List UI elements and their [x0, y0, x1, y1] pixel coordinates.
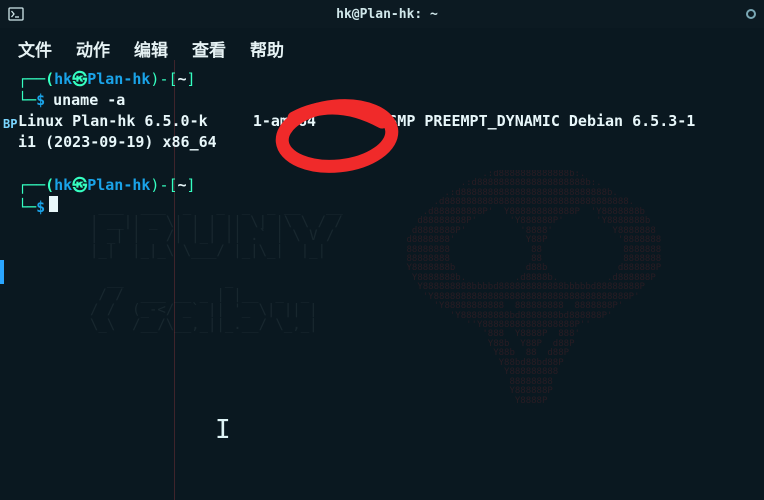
command-text: uname -a [53, 90, 125, 111]
terminal-area[interactable]: ┌──(hk㉿Plan-hk)-[~] └─$uname -a Linux Pl… [0, 69, 764, 218]
output-line-1: Linux Plan-hk 6.5.0-k 1-amd64 SMP PREEMP… [18, 111, 746, 132]
menu-bar: 文件 动作 编辑 查看 帮助 [0, 28, 764, 69]
active-command-line[interactable]: └─$ [18, 196, 746, 218]
terminal-icon [8, 6, 24, 22]
close-window-icon[interactable] [746, 9, 756, 19]
menu-edit[interactable]: 编辑 [134, 36, 168, 61]
prompt-cwd: ~ [178, 69, 187, 90]
titlebar: hk@Plan-hk: ~ [0, 0, 764, 28]
prompt-line-2: ┌──(hk㉿Plan-hk)-[~] [18, 175, 746, 196]
menu-file[interactable]: 文件 [18, 36, 52, 61]
output-line-2: i1 (2023-09-19) x86_64 [18, 132, 746, 153]
text-cursor [49, 196, 58, 212]
prompt-line-1: ┌──(hk㉿Plan-hk)-[~] [18, 69, 746, 90]
menu-help[interactable]: 帮助 [250, 36, 284, 61]
menu-actions[interactable]: 动作 [76, 36, 110, 61]
ascii-skull-bg: .:d8888888888888b:. .:d88888888888888888… [374, 170, 754, 490]
ibeam-cursor-icon: I [215, 415, 231, 445]
ascii-banner-bg: ___ ___ _ _ _ _ __ __ | __|| _ \| | | ||… [90, 200, 351, 332]
window-title: hk@Plan-hk: ~ [36, 7, 738, 22]
prompt-user: hk [54, 69, 72, 90]
command-line: └─$uname -a [18, 90, 746, 111]
left-edge-indicator [0, 260, 4, 284]
prompt-host: Plan-hk [87, 69, 150, 90]
menu-view[interactable]: 查看 [192, 36, 226, 61]
